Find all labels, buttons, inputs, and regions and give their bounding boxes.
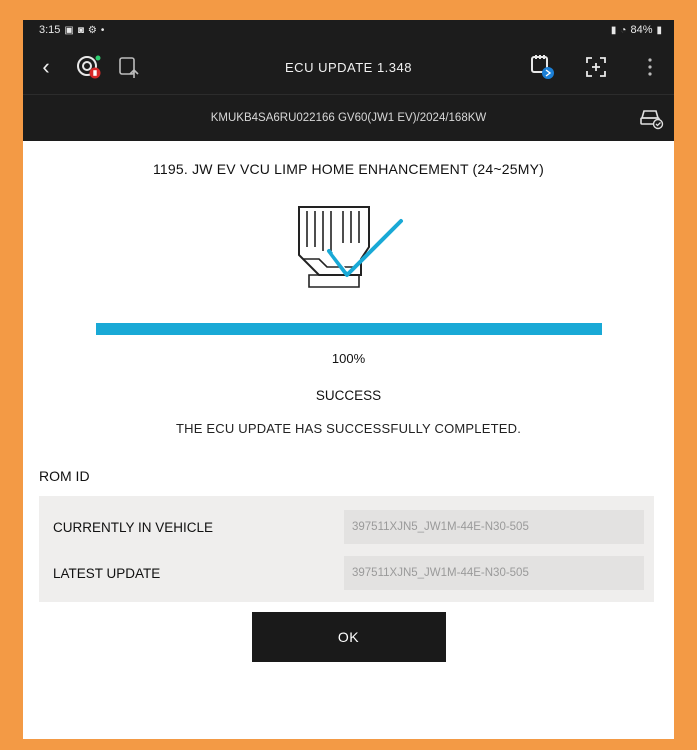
update-message: THE ECU UPDATE HAS SUCCESSFULLY COMPLETE… (175, 421, 522, 436)
back-arrow-icon[interactable]: ‹ (23, 56, 69, 78)
progress-bar-fill (95, 323, 602, 335)
rom-id-heading: ROM ID (39, 468, 90, 484)
rom-row-label: LATEST UPDATE (53, 565, 161, 581)
rom-row-label: CURRENTLY IN VEHICLE (53, 519, 214, 535)
vehicle-info-bar: KMUKB4SA6RU022166 GV60(JW1 EV)/2024/168K… (23, 94, 674, 141)
screen-capture-icon[interactable] (576, 47, 616, 87)
wifi-icon: ◔ (620, 24, 627, 36)
rom-row-latest: LATEST UPDATE 397511XJN5_JW1M-44E-N30-50… (49, 550, 644, 596)
ok-button[interactable]: OK (251, 612, 446, 662)
app-bar-actions (522, 47, 670, 87)
app-notification-icon: ◙ (77, 24, 84, 36)
ecu-success-illustration (289, 201, 409, 297)
rom-id-table: CURRENTLY IN VEHICLE 397511XJN5_JW1M-44E… (39, 496, 654, 602)
progress-bar (95, 323, 602, 335)
update-content: 1195. JW EV VCU LIMP HOME ENHANCEMENT (2… (23, 161, 674, 662)
status-right: ▮ ◔ 84% ▮ (611, 24, 662, 36)
vehicle-info-text: KMUKB4SA6RU022166 GV60(JW1 EV)/2024/168K… (210, 112, 487, 124)
settings-notification-icon: ⚙ (87, 24, 97, 36)
dot-icon: • (100, 24, 105, 36)
ecu-settings-icon[interactable] (69, 47, 109, 87)
rom-row-value: 397511XJN5_JW1M-44E-N30-505 (344, 510, 644, 544)
app-bar: ‹ ECU UPDATE 1.348 (23, 40, 674, 94)
more-options-icon[interactable] (630, 47, 670, 87)
rom-row-current: CURRENTLY IN VEHICLE 397511XJN5_JW1M-44E… (49, 504, 644, 550)
rom-row-value: 397511XJN5_JW1M-44E-N30-505 (344, 556, 644, 590)
ecu-download-icon[interactable] (109, 47, 149, 87)
update-status: SUCCESS (315, 388, 382, 403)
app-window: 3:15 ▣ ◙ ⚙ • ▮ ◔ 84% ▮ ‹ ECU UPDATE 1.34… (23, 20, 674, 739)
progress-percent: 100% (331, 351, 366, 366)
status-bar: 3:15 ▣ ◙ ⚙ • ▮ ◔ 84% ▮ (23, 20, 674, 40)
signal-icon: ▮ (610, 24, 617, 36)
status-left: 3:15 ▣ ◙ ⚙ • (39, 24, 104, 36)
battery-icon: ▮ (656, 24, 662, 36)
gallery-notification-icon: ▣ (64, 24, 74, 36)
update-job-title: 1195. JW EV VCU LIMP HOME ENHANCEMENT (2… (152, 161, 544, 177)
status-time: 3:15 (39, 24, 61, 36)
battery-percent: 84% (630, 24, 653, 36)
vci-connection-icon[interactable] (522, 47, 562, 87)
vehicle-check-icon[interactable] (638, 104, 664, 133)
